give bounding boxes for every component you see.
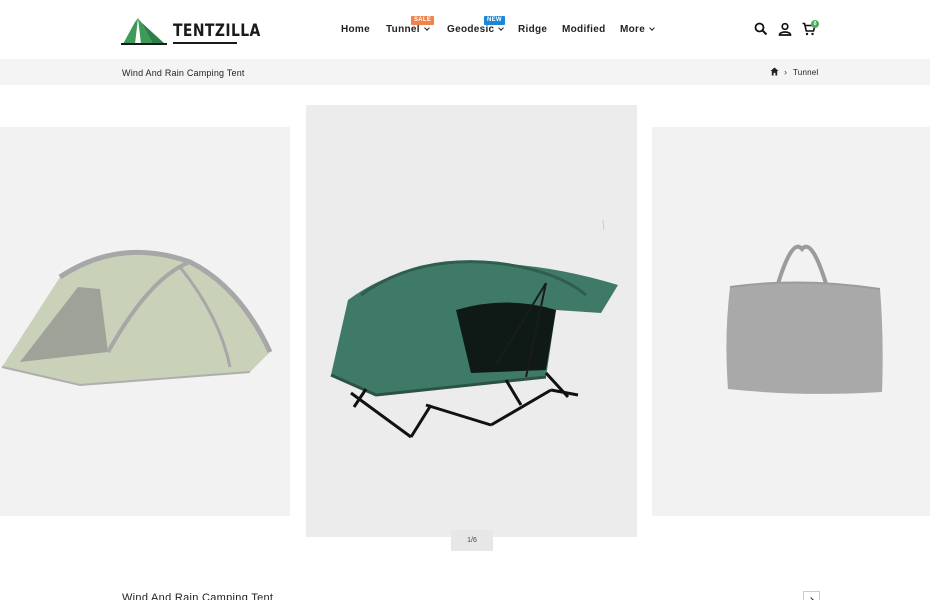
gallery-slide-active[interactable] [306,105,637,537]
home-icon[interactable] [770,67,779,76]
search-icon[interactable] [754,22,768,36]
breadcrumb-separator: › [784,67,787,77]
nav-item-label: Ridge [518,24,548,35]
nav-item-label: Geodesic [447,24,495,35]
brand-logo[interactable]: TENTZILLA [121,14,260,46]
cart-count-badge: 0 [811,20,819,28]
gallery-pager: 1/6 [451,530,493,551]
nav-item-ridge[interactable]: Ridge [518,24,547,35]
gallery-slide-prev[interactable] [0,127,290,516]
chevron-down-icon [498,25,505,31]
cot-tent-image [330,219,618,439]
page-title: Wind And Rain Camping Tent [122,68,245,78]
brand-name: TENTZILLA [173,21,261,41]
new-badge: NEW [484,16,505,25]
nav-item-more[interactable]: More [620,24,655,35]
nav-item-geodesic[interactable]: Geodesic NEW [447,16,505,35]
carry-bag-image [726,244,883,394]
product-title: Wind And Rain Camping Tent [122,592,274,600]
nav-item-home[interactable]: Home [341,24,370,35]
chevron-down-icon [649,25,655,31]
nav-item-label: More [620,24,646,35]
tent-logo-icon [121,18,167,45]
sale-badge: SALE [411,16,435,25]
site-header: TENTZILLA Home Tunnel SALE Geodesic NEW … [0,0,930,59]
nav-item-tunnel[interactable]: Tunnel SALE [386,16,435,35]
nav-item-label: Modified [562,24,606,35]
dome-tent-image [1,249,273,387]
breadcrumb-bar: Wind And Rain Camping Tent › Tunnel [0,59,930,85]
nav-item-label: Tunnel [386,24,420,35]
next-product-button[interactable] [803,591,820,600]
nav-item-modified[interactable]: Modified [562,24,606,35]
nav-item-label: Home [341,24,370,35]
chevron-down-icon [424,25,430,31]
account-icon[interactable] [778,22,792,36]
brand-underline [173,42,237,44]
breadcrumb-current[interactable]: Tunnel [793,68,818,77]
gallery-slide-next[interactable] [652,127,930,516]
